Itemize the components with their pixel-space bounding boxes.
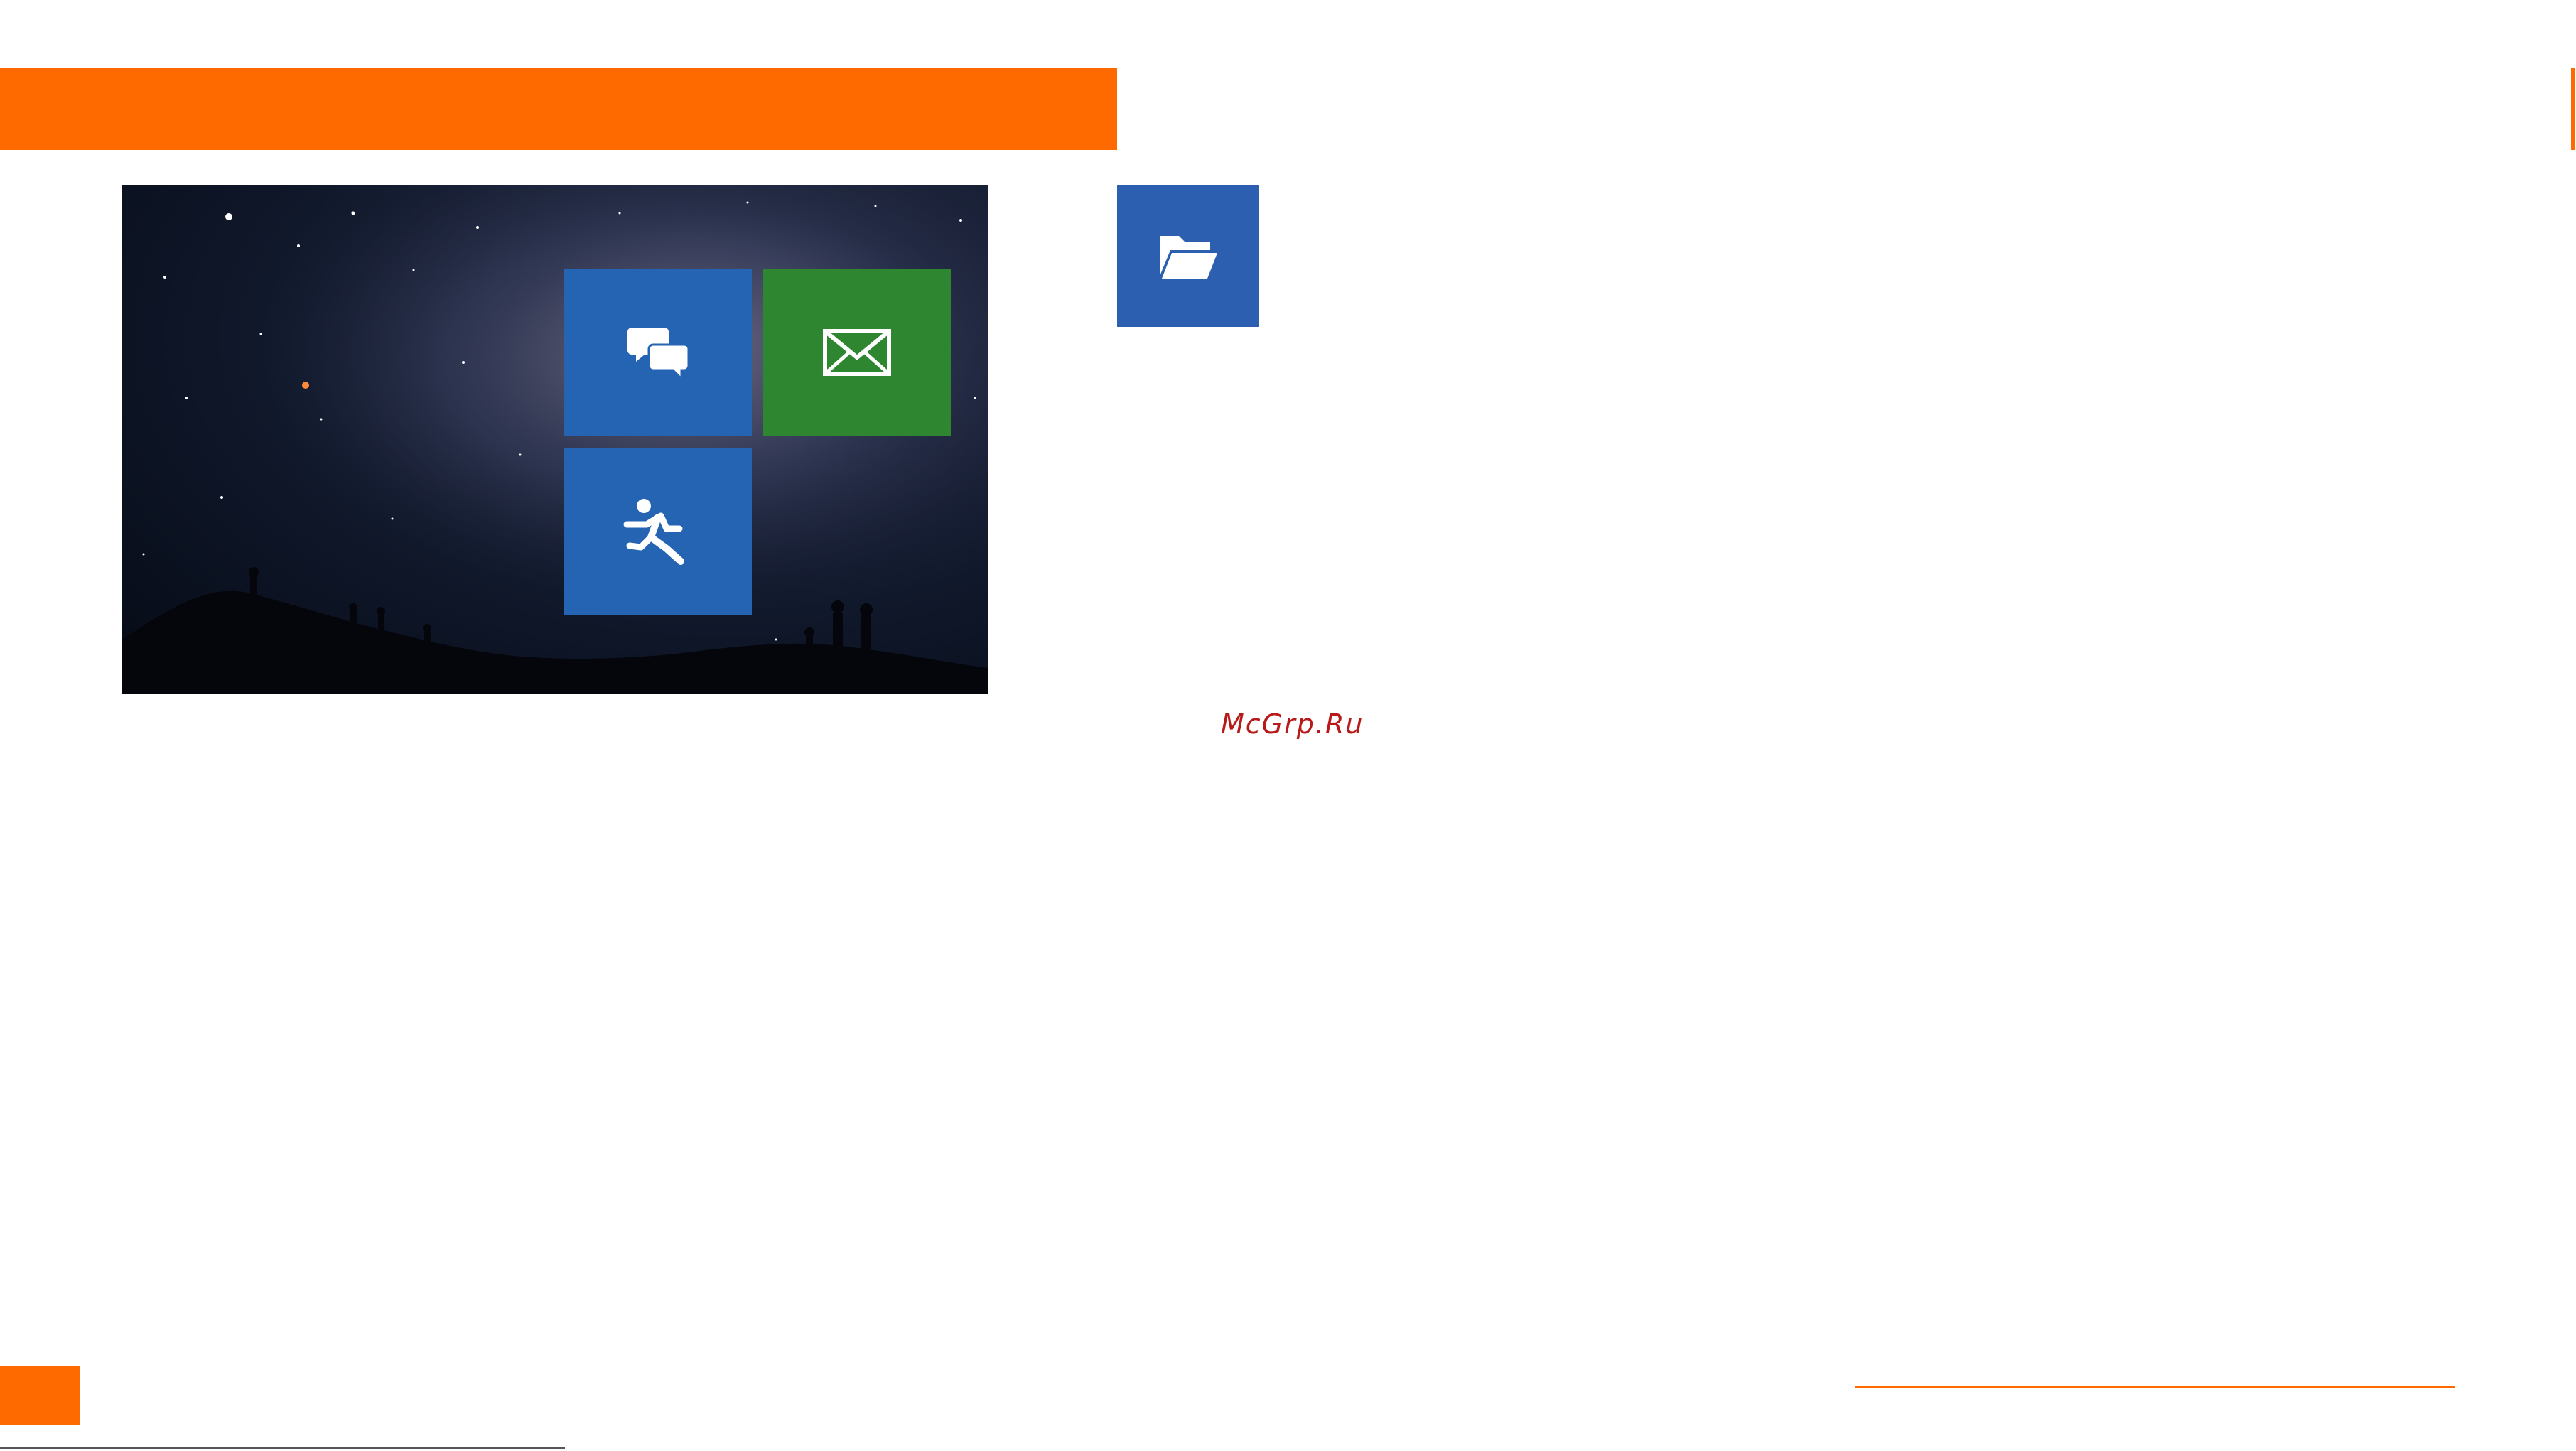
mail-tile[interactable] [763,269,951,436]
bottom-rule [0,1447,565,1449]
right-edge-mark [2571,68,2575,150]
chat-tile[interactable] [564,269,752,436]
starry-sky-background [122,185,988,694]
open-folder-icon [1160,236,1217,279]
footer-accent-line [1855,1386,2455,1388]
chat-bubbles-icon [627,328,690,382]
envelope-icon [823,329,891,376]
page-number-marker [0,1366,80,1425]
files-tile[interactable] [1117,185,1259,327]
sports-tile[interactable] [564,448,752,615]
running-person-icon [623,499,684,565]
watermark-text: McGrp.Ru [1221,708,1364,740]
tv-home-screen [122,185,988,694]
header-bar [0,68,1117,150]
